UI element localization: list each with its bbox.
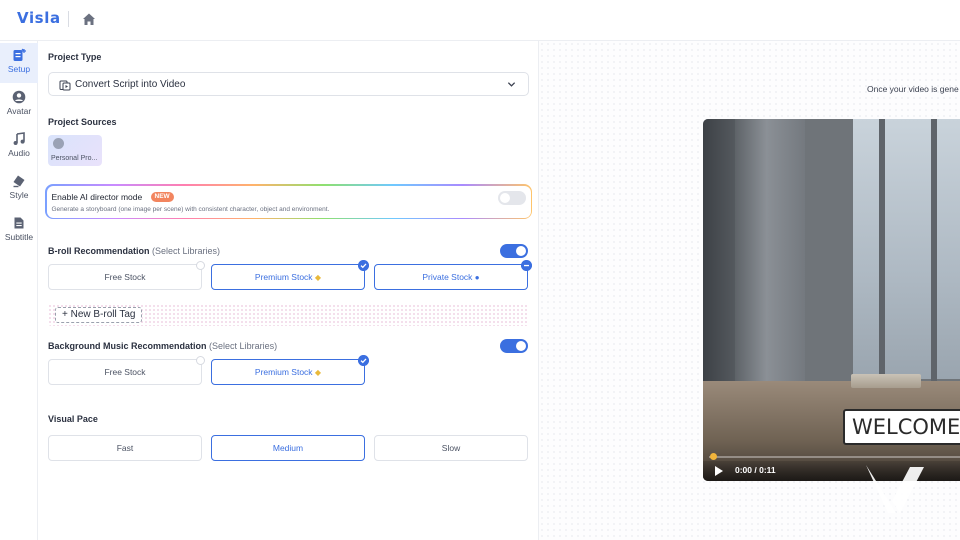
video-progress-handle[interactable] xyxy=(710,453,717,460)
check-icon xyxy=(358,260,369,271)
sidebar-item-label: Avatar xyxy=(6,106,32,116)
sidebar-item-avatar[interactable]: Avatar xyxy=(0,85,38,125)
minus-icon xyxy=(521,260,532,271)
top-bar: Visla xyxy=(0,0,960,41)
broll-option-private-stock[interactable]: Private Stock ● xyxy=(374,260,532,290)
project-sources-title: Project Sources xyxy=(48,117,117,127)
music-option-free-stock[interactable]: Free Stock xyxy=(48,356,205,385)
project-type-value: Convert Script into Video xyxy=(75,79,186,90)
video-scene-window xyxy=(853,119,960,379)
sidebar-item-label: Setup xyxy=(7,64,31,74)
setup-panel: Project Type Convert Script into Video P… xyxy=(39,41,538,540)
broll-subtitle: (Select Libraries) xyxy=(152,246,221,256)
sidebar-item-audio[interactable]: Audio xyxy=(0,127,38,167)
sidebar-item-setup[interactable]: Setup xyxy=(0,43,38,83)
avatar-icon xyxy=(12,90,26,104)
broll-tag-zone: + New B-roll Tag xyxy=(48,304,529,326)
person-icon: ● xyxy=(474,273,480,282)
music-title: Background Music Recommendation (Select … xyxy=(48,341,278,351)
unchecked-indicator xyxy=(196,356,205,365)
project-type-select[interactable]: Convert Script into Video xyxy=(48,72,529,96)
new-badge: NEW xyxy=(150,191,174,202)
source-card-label: Personal Pro... xyxy=(51,155,98,162)
broll-title: B-roll Recommendation (Select Libraries) xyxy=(48,246,221,256)
app-logo[interactable]: Visla xyxy=(17,9,61,27)
left-sidebar: Setup Avatar Audio Style Subtitle xyxy=(0,41,38,540)
setup-icon xyxy=(13,48,26,61)
project-type-title: Project Type xyxy=(48,52,102,62)
ai-director-toggle[interactable] xyxy=(497,190,526,205)
sidebar-item-label: Audio xyxy=(8,148,30,158)
video-scene-books xyxy=(851,374,921,388)
pace-option-slow[interactable]: Slow xyxy=(374,435,528,461)
video-time: 0:00 / 0:11 xyxy=(735,465,776,475)
check-icon xyxy=(358,355,369,366)
new-broll-tag-button[interactable]: + New B-roll Tag xyxy=(55,307,143,323)
sidebar-item-label: Subtitle xyxy=(4,232,34,242)
gem-icon: ◆ xyxy=(314,273,322,282)
chevron-down-icon xyxy=(507,82,516,87)
music-subtitle: (Select Libraries) xyxy=(209,341,278,351)
source-card-personal[interactable]: Personal Pro... xyxy=(48,135,102,166)
broll-option-free-stock[interactable]: Free Stock xyxy=(48,261,205,290)
gem-icon: ◆ xyxy=(314,368,322,377)
video-player[interactable]: WELCOME T 0:00 / 0:11 xyxy=(703,119,960,481)
sidebar-item-subtitle[interactable]: Subtitle xyxy=(0,211,38,251)
broll-toggle[interactable] xyxy=(500,244,528,258)
music-toggle[interactable] xyxy=(500,339,528,353)
play-icon[interactable] xyxy=(715,466,723,476)
preview-panel: Once your video is gene WELCOME T 0:00 /… xyxy=(538,41,960,540)
pace-option-medium[interactable]: Medium xyxy=(211,435,365,461)
visla-watermark-icon xyxy=(866,465,924,513)
top-divider xyxy=(68,11,69,27)
broll-option-premium-stock[interactable]: Premium Stock ◆ xyxy=(211,260,369,290)
ai-director-title: Enable AI director mode xyxy=(51,191,143,202)
visual-pace-title: Visual Pace xyxy=(48,414,98,424)
ai-director-card: Enable AI director mode NEW Generate a s… xyxy=(45,184,532,219)
pace-option-fast[interactable]: Fast xyxy=(48,435,202,461)
video-progress-bar[interactable] xyxy=(709,456,960,458)
video-caption: WELCOME T xyxy=(843,409,960,445)
music-note-icon xyxy=(13,132,25,145)
music-option-premium-stock[interactable]: Premium Stock ◆ xyxy=(211,355,369,385)
video-scene-column xyxy=(735,119,805,399)
script-video-icon xyxy=(59,80,71,91)
home-icon[interactable] xyxy=(81,11,97,27)
sidebar-item-style[interactable]: Style xyxy=(0,169,38,209)
unchecked-indicator xyxy=(196,261,205,270)
sidebar-item-label: Style xyxy=(9,190,29,200)
style-icon xyxy=(13,175,25,188)
library-icon xyxy=(53,138,64,149)
subtitle-icon xyxy=(14,217,24,229)
preview-note: Once your video is gene xyxy=(867,84,959,94)
ai-director-description: Generate a storyboard (one image per sce… xyxy=(51,205,330,213)
